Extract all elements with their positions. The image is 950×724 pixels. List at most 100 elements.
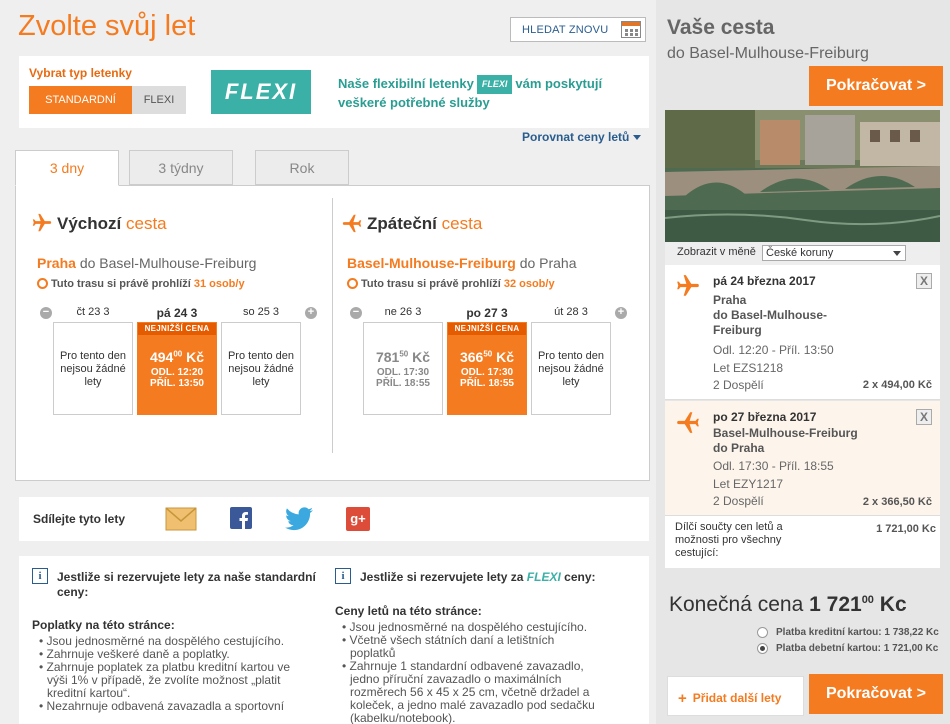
outbound-route: Praha do Basel-Mulhouse-Freiburg [37, 255, 256, 271]
ticket-type-panel: Vybrat typ letenky STANDARDNÍ FLEXI FLEX… [19, 56, 649, 128]
google-plus-icon[interactable]: g+ [346, 507, 370, 531]
leg-destination-cont: Freiburg [713, 323, 762, 337]
final-price: Konečná cena 1 72100 Kc [669, 593, 907, 617]
share-bar: Sdílejte tyto lety g+ [19, 497, 649, 541]
info-standard-list: Jsou jednosměrné na dospělého cestujícíh… [39, 635, 309, 713]
outbound-title: Výchozí cesta [57, 214, 167, 234]
leg-flight-number: Let EZS1218 [713, 361, 784, 375]
final-label: Konečná cena [669, 593, 804, 616]
credit-card-price: Platba kreditní kartou: 1 738,22 Kc [776, 627, 939, 638]
calendar-icon [621, 21, 641, 38]
inbound-title-b: cesta [441, 214, 483, 233]
continue-button-bottom[interactable]: Pokračovat > [809, 674, 943, 714]
flight-option-cell[interactable]: NEJNIŽŠÍ CENA 49400 Kč ODL. 12:20 PŘÍL. 1… [137, 322, 217, 415]
list-item: Včetně všech státních daní a letištních … [342, 634, 602, 660]
facebook-icon[interactable] [230, 507, 252, 529]
promo-line2: veškeré potřebné služby [338, 95, 490, 110]
leg-origin: Praha [713, 293, 747, 307]
plane-inbound-icon [677, 412, 699, 433]
compare-prices-link[interactable]: Porovnat ceny letů [522, 130, 641, 144]
outbound-title-a: Výchozí [57, 214, 122, 233]
inbound-next-days-button[interactable]: + [615, 307, 627, 319]
outbound-prev-days-button[interactable]: − [40, 307, 52, 319]
flight-option-cell[interactable]: 78150 Kč ODL. 17:30 PŘÍL. 18:55 [363, 322, 443, 415]
leg-origin: Basel-Mulhouse-Freiburg [713, 426, 858, 440]
day-label: so 25 3 [242, 306, 280, 318]
panel-divider [332, 198, 333, 453]
price-dec: 50 [399, 349, 409, 359]
ticket-type-label: Vybrat typ letenky [29, 66, 132, 80]
leg-flight-number: Let EZY1217 [713, 477, 784, 491]
twitter-icon[interactable] [285, 507, 313, 531]
tab-3-weeks[interactable]: 3 týdny [129, 150, 233, 185]
price-currency: Kč [186, 349, 205, 365]
currency-row: Zobrazit v měně České koruny [665, 242, 940, 265]
info-flexi-head: Jestliže si rezervujete lety za FLEXI ce… [360, 570, 630, 585]
outbound-day-3: so 25 3 Pro tento den nejsou žádné lety [221, 306, 301, 415]
no-flights-cell: Pro tento den nejsou žádné lety [221, 322, 301, 415]
sidebar-title: Vaše cesta [667, 16, 775, 39]
final-currency: Kc [879, 593, 907, 616]
outbound-title-b: cesta [125, 214, 167, 233]
flexi-badge: FLEXI [476, 75, 513, 94]
trip-sidebar: Vaše cesta do Basel-Mulhouse-Freiburg Po… [657, 0, 950, 724]
price-int: 781 [375, 349, 400, 365]
leg-passengers: 2 Dospělí [713, 494, 764, 508]
price-int: 494 [149, 349, 174, 365]
leg-destination: do Praha [713, 441, 765, 455]
debit-card-price: Platba debetní kartou: 1 721,00 Kc [776, 643, 939, 654]
leg-date: pá 24 března 2017 [713, 274, 816, 288]
info-standard-head: Jestliže si rezervujete lety za naše sta… [57, 570, 327, 600]
email-share-icon[interactable] [165, 507, 197, 531]
inbound-day-2: po 27 3 NEJNIŽŠÍ CENA 36650 Kč ODL. 17:3… [447, 306, 527, 415]
currency-select[interactable]: České koruny [762, 245, 906, 261]
flight-price: 36650 Kč [448, 349, 526, 365]
day-label: ne 26 3 [384, 306, 422, 318]
flight-option-cell[interactable]: NEJNIŽŠÍ CENA 36650 Kč ODL. 17:30 PŘÍL. 1… [447, 322, 527, 415]
itinerary-inbound: po 27 března 2017 X Basel-Mulhouse-Freib… [665, 401, 940, 516]
price-int: 366 [459, 349, 484, 365]
tab-year[interactable]: Rok [255, 150, 349, 185]
arrival-time: PŘÍL. 13:50 [150, 378, 204, 389]
debit-card-radio[interactable] [757, 643, 768, 654]
arrival-time: PŘÍL. 18:55 [376, 378, 430, 389]
info-section: i Jestliže si rezervujete lety za naše s… [19, 556, 649, 724]
day-label: út 28 3 [554, 306, 588, 318]
info-icon: i [32, 568, 48, 584]
list-item: Nezahrnuje odbavená zavazadla a sportovn… [39, 700, 309, 713]
remove-flight-button[interactable]: X [916, 409, 932, 425]
leg-amount: 2 x 366,50 Kč [862, 496, 932, 508]
add-flights-button[interactable]: + Přidat další lety [667, 676, 804, 716]
info-flexi-list: Jsou jednosměrné na dospělého cestujícíh… [342, 621, 602, 724]
info-standard-subhead: Poplatky na této stránce: [32, 618, 175, 632]
search-again-button[interactable]: HLEDAT ZNOVU [510, 17, 646, 42]
inbound-prev-days-button[interactable]: − [350, 307, 362, 319]
inbound-title-a: Zpáteční [367, 214, 437, 233]
continue-button-top[interactable]: Pokračovat > [809, 66, 943, 106]
head-flexi: FLEXI [526, 570, 561, 584]
leg-destination: do Basel-Mulhouse- [713, 308, 828, 322]
inbound-title: Zpáteční cesta [367, 214, 482, 234]
final-dec: 00 [861, 594, 874, 606]
inbound-origin: Basel-Mulhouse-Freiburg [347, 255, 516, 271]
promo-part1: Naše flexibilní letenky [338, 76, 474, 91]
itinerary-outbound: pá 24 března 2017 X Praha do Basel-Mulho… [665, 265, 940, 400]
alarm-clock-icon [347, 278, 358, 289]
list-item: Zahrnuje poplatek za platbu kreditní kar… [39, 661, 309, 700]
price-dec: 50 [483, 349, 493, 359]
flexi-fare-button[interactable]: FLEXI [132, 86, 186, 114]
head-b: ceny: [564, 570, 596, 584]
remove-flight-button[interactable]: X [916, 273, 932, 289]
departure-time: ODL. 17:30 [376, 367, 430, 378]
head-a: Jestliže si rezervujete lety za [360, 570, 524, 584]
subtotal-value: 1 721,00 Kc [876, 523, 936, 535]
arrival-time: PŘÍL. 18:55 [460, 378, 514, 389]
standard-fare-button[interactable]: STANDARDNÍ [29, 86, 132, 114]
credit-card-radio[interactable] [757, 627, 768, 638]
price-dec: 00 [173, 349, 183, 359]
outbound-next-days-button[interactable]: + [305, 307, 317, 319]
leg-times: Odl. 12:20 - Příl. 13:50 [713, 343, 834, 357]
tab-3-days[interactable]: 3 dny [15, 150, 119, 186]
promo-part2: vám poskytují [515, 76, 603, 91]
head-line2: ceny: [57, 585, 89, 599]
